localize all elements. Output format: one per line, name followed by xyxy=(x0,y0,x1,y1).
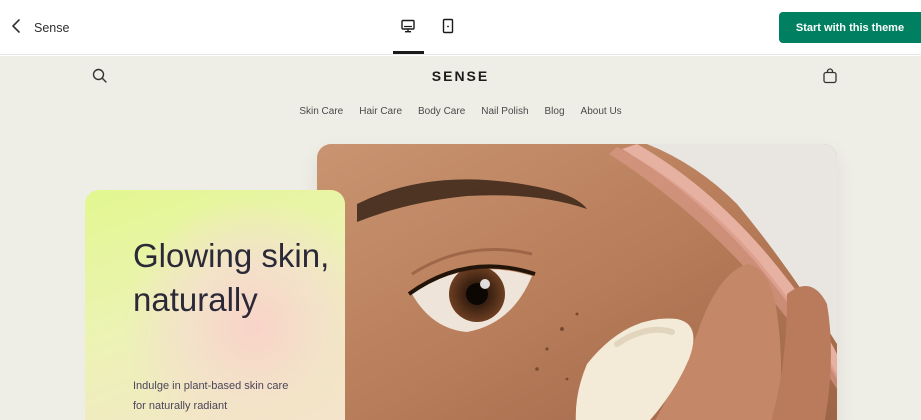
start-with-theme-button[interactable]: Start with this theme xyxy=(779,12,921,43)
nav-hair-care[interactable]: Hair Care xyxy=(359,106,402,117)
mobile-view-button[interactable] xyxy=(433,14,463,42)
hero-subtitle: Indulge in plant-based skin care for nat… xyxy=(133,380,289,412)
nav-skin-care[interactable]: Skin Care xyxy=(299,106,343,117)
cart-icon xyxy=(820,68,840,90)
store-nav: Skin Care Hair Care Body Care Nail Polis… xyxy=(0,106,921,117)
hero-image xyxy=(317,144,837,420)
nav-blog[interactable]: Blog xyxy=(545,106,565,117)
desktop-icon xyxy=(400,18,416,39)
chevron-left-icon xyxy=(10,18,24,38)
store-logo[interactable]: SENSE xyxy=(0,68,921,84)
store-preview: SENSE Skin Care Hair Care Body Care Nail… xyxy=(0,56,921,420)
nav-body-care[interactable]: Body Care xyxy=(418,106,465,117)
active-device-indicator xyxy=(393,51,424,54)
mobile-icon xyxy=(440,18,456,39)
theme-name: Sense xyxy=(34,21,70,35)
store-header: SENSE xyxy=(0,56,921,100)
desktop-view-button[interactable] xyxy=(393,14,423,42)
back-button[interactable]: Sense xyxy=(10,14,69,42)
editor-topbar: Sense Start with this theme xyxy=(0,0,921,55)
hero-heading: Glowing skin, naturally xyxy=(133,237,330,318)
nav-about-us[interactable]: About Us xyxy=(581,106,622,117)
store-cart-button[interactable] xyxy=(820,66,840,86)
nav-nail-polish[interactable]: Nail Polish xyxy=(481,106,528,117)
hero-card: Glowing skin, naturally Indulge in plant… xyxy=(85,190,345,420)
